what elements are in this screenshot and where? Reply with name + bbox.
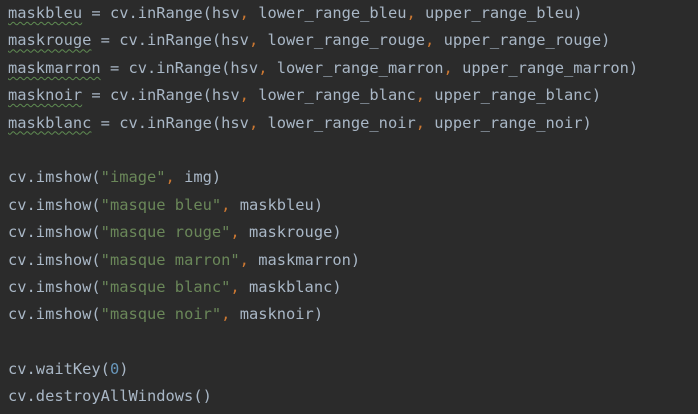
code-token: cv.imshow( xyxy=(8,223,101,242)
code-token: , xyxy=(443,58,453,77)
code-token: upper_range_bleu) xyxy=(415,4,583,22)
blank-line[interactable] xyxy=(8,137,698,164)
code-line[interactable]: cv.imshow("image", img) xyxy=(8,164,698,191)
code-token: maskblanc) xyxy=(239,277,342,296)
code-token: = cv.inRange(hsv xyxy=(91,113,249,132)
code-token: , xyxy=(415,113,426,132)
typo-flagged-identifier: maskblanc xyxy=(8,113,92,132)
code-line[interactable]: cv.imshow("masque marron", maskmarron) xyxy=(8,247,698,274)
code-token: "image" xyxy=(100,168,166,187)
code-editor[interactable]: maskbleu = cv.inRange(hsv, lower_range_b… xyxy=(0,0,698,414)
code-token: , xyxy=(248,113,259,132)
code-line[interactable]: maskrouge = cv.inRange(hsv, lower_range_… xyxy=(8,27,698,54)
code-token: = cv.inRange(hsv xyxy=(100,58,259,77)
code-line[interactable]: maskbleu = cv.inRange(hsv, lower_range_b… xyxy=(8,0,698,27)
code-line[interactable]: masknoir = cv.inRange(hsv, lower_range_b… xyxy=(8,82,698,109)
code-line[interactable]: maskblanc = cv.inRange(hsv, lower_range_… xyxy=(8,110,698,137)
code-token: , xyxy=(239,250,249,269)
code-token: "masque bleu" xyxy=(100,195,222,214)
code-token: lower_range_marron xyxy=(267,58,444,77)
typo-flagged-identifier: maskmarron xyxy=(8,58,101,77)
code-token: ) xyxy=(119,360,129,379)
code-token: , xyxy=(425,31,435,50)
code-token: lower_range_noir xyxy=(258,113,416,132)
code-token: upper_range_blanc) xyxy=(425,86,602,105)
blank-line[interactable] xyxy=(8,329,698,356)
code-token: img) xyxy=(174,168,222,187)
typo-flagged-identifier: masknoir xyxy=(8,86,83,105)
code-token: cv.imshow( xyxy=(8,277,101,296)
code-token: maskrouge) xyxy=(239,223,342,242)
code-line[interactable]: cv.destroyAllWindows() xyxy=(8,383,698,410)
code-token: , xyxy=(239,4,249,22)
code-token: masknoir) xyxy=(230,305,324,324)
code-token: maskmarron) xyxy=(248,250,361,269)
code-token: , xyxy=(230,223,240,242)
typo-flagged-identifier: maskbleu xyxy=(8,4,83,22)
code-line[interactable]: maskmarron = cv.inRange(hsv, lower_range… xyxy=(8,55,698,82)
code-token: "masque blanc" xyxy=(100,277,231,296)
code-token: upper_range_rouge) xyxy=(434,31,611,50)
code-token: = cv.inRange(hsv xyxy=(91,31,249,50)
code-token: upper_range_noir) xyxy=(425,113,592,132)
code-token: cv.imshow( xyxy=(8,168,101,187)
code-token: upper_range_marron) xyxy=(452,58,639,77)
code-line[interactable]: cv.waitKey(0) xyxy=(8,356,698,383)
code-token: , xyxy=(248,31,259,50)
code-line[interactable]: cv.imshow("masque rouge", maskrouge) xyxy=(8,219,698,246)
typo-flagged-identifier: maskrouge xyxy=(8,31,92,50)
code-token: lower_range_blanc xyxy=(248,86,416,105)
code-token: = cv.inRange(hsv xyxy=(82,4,240,22)
code-token: maskbleu) xyxy=(230,195,324,214)
code-token: 0 xyxy=(109,360,120,379)
code-token: cv.imshow( xyxy=(8,305,101,324)
code-token: cv.waitKey( xyxy=(8,360,110,379)
code-token: , xyxy=(406,4,416,22)
code-token: lower_range_rouge xyxy=(258,31,426,50)
code-token: = cv.inRange(hsv xyxy=(82,86,240,105)
code-token: "masque marron" xyxy=(100,250,240,269)
code-line[interactable]: cv.imshow("masque bleu", maskbleu) xyxy=(8,192,698,219)
code-token: , xyxy=(165,168,175,187)
code-token: "masque noir" xyxy=(100,305,222,324)
code-token: cv.imshow( xyxy=(8,195,101,214)
code-line[interactable]: cv.imshow("masque blanc", maskblanc) xyxy=(8,274,698,301)
code-token: cv.imshow( xyxy=(8,250,101,269)
code-token: , xyxy=(239,86,249,105)
code-token: , xyxy=(415,86,426,105)
code-token: "masque rouge" xyxy=(100,223,231,242)
code-line[interactable]: cv.imshow("masque noir", masknoir) xyxy=(8,301,698,328)
code-token: , xyxy=(230,277,240,296)
code-token: lower_range_bleu xyxy=(248,4,407,22)
code-token: cv.destroyAllWindows() xyxy=(8,387,212,406)
